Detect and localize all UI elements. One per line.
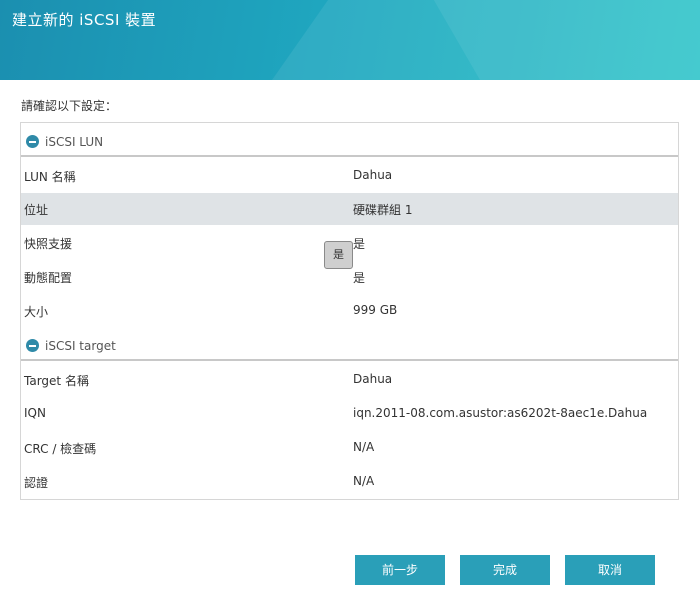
section-title: iSCSI target — [45, 339, 116, 353]
settings-summary-panel: iSCSI LUN LUN 名稱 Dahua 位址 硬碟群組 1 快照支援 是 … — [20, 122, 679, 500]
section-header-iscsi-target[interactable]: iSCSI target — [21, 327, 678, 361]
table-row: 認證 N/A — [21, 466, 678, 498]
dialog-header: 建立新的 iSCSI 裝置 — [0, 0, 700, 80]
table-row: CRC / 檢查碼 N/A — [21, 432, 678, 464]
finish-button[interactable]: 完成 — [460, 555, 550, 585]
setting-key: IQN — [24, 406, 46, 420]
tooltip: 是 — [324, 241, 353, 269]
setting-value: Dahua — [353, 168, 393, 182]
setting-key: 快照支援 — [24, 237, 73, 251]
table-row: 位址 硬碟群組 1 — [21, 193, 678, 225]
setting-key: 位址 — [24, 203, 49, 217]
setting-value: N/A — [353, 474, 375, 488]
setting-key: Target 名稱 — [24, 374, 89, 388]
back-button[interactable]: 前一步 — [355, 555, 445, 585]
table-row: LUN 名稱 Dahua — [21, 160, 678, 192]
dialog-title: 建立新的 iSCSI 裝置 — [12, 11, 157, 29]
setting-key: 認證 — [24, 476, 49, 490]
confirm-prompt: 請確認以下設定： — [21, 99, 118, 113]
cancel-button[interactable]: 取消 — [565, 555, 655, 585]
setting-value: 是 — [353, 237, 366, 251]
setting-key: 動態配置 — [24, 271, 73, 285]
table-row: Target 名稱 Dahua — [21, 364, 678, 396]
setting-value: 999 GB — [353, 303, 398, 317]
setting-key: 大小 — [24, 305, 49, 319]
setting-key: LUN 名稱 — [24, 170, 76, 184]
section-header-iscsi-lun[interactable]: iSCSI LUN — [21, 123, 678, 157]
collapse-icon[interactable] — [26, 135, 39, 148]
table-row: IQN iqn.2011-08.com.asustor:as6202t-8aec… — [21, 398, 678, 430]
setting-value: Dahua — [353, 372, 393, 386]
setting-value: N/A — [353, 440, 375, 454]
collapse-icon[interactable] — [26, 339, 39, 352]
section-title: iSCSI LUN — [45, 135, 104, 149]
setting-value: iqn.2011-08.com.asustor:as6202t-8aec1e.D… — [353, 406, 648, 420]
setting-value: 是 — [353, 271, 366, 285]
setting-value: 硬碟群組 1 — [353, 203, 413, 217]
table-row: 大小 999 GB — [21, 295, 678, 327]
setting-key: CRC / 檢查碼 — [24, 442, 97, 456]
